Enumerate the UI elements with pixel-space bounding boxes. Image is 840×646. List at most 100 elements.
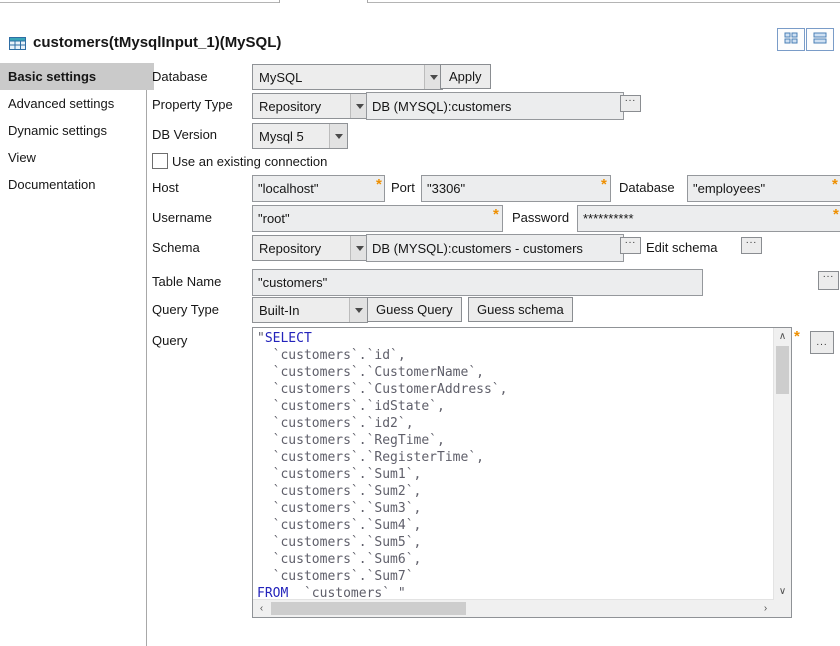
database-name-label: Database [619,180,675,195]
table-name-browse-button[interactable]: ... [818,271,839,290]
schema-mode-select[interactable]: Repository [252,235,369,261]
chevron-down-icon [349,298,367,322]
query-editor[interactable]: "SELECT `customers`.`id`, `customers`.`C… [252,327,792,618]
component-settings-panel: { "header": { "title": "customers(tMysql… [0,0,840,646]
query-line: `customers`.`Sum2`, [257,483,774,500]
query-line: `customers`.`RegTime`, [257,432,774,449]
query-line: `customers`.`id`, [257,347,774,364]
query-line: `customers`.`CustomerAddress`, [257,381,774,398]
port-field[interactable]: "3306" [421,175,611,202]
property-repository-browse-button[interactable]: ... [620,95,641,112]
query-type-label: Query Type [152,302,219,317]
query-line: `customers`.`Sum7` [257,568,774,585]
scroll-right-icon[interactable]: › [757,600,774,617]
schema-label: Schema [152,240,200,255]
required-marker: * [794,328,800,345]
sidebar-item-dynamic-settings[interactable]: Dynamic settings [0,117,154,144]
username-field[interactable]: "root" [252,205,503,232]
database-name-value: "employees" [693,181,765,196]
host-label: Host [152,180,179,195]
table-name-value: "customers" [258,275,327,290]
required-marker: * [376,176,382,193]
query-label: Query [152,333,187,348]
scrollbar-corner [774,600,791,617]
database-name-field[interactable]: "employees" [687,175,840,202]
table-name-field[interactable]: "customers" [252,269,703,296]
database-select[interactable]: MySQL [252,64,443,90]
horizontal-layout-icon [813,32,827,47]
db-version-select-value: Mysql 5 [259,129,304,144]
database-select-value: MySQL [259,70,302,85]
required-marker: * [601,176,607,193]
horizontal-scroll-thumb[interactable] [271,602,466,615]
chevron-down-icon [329,124,347,148]
query-line: `customers`.`Sum3`, [257,500,774,517]
horizontal-layout-button[interactable] [806,28,834,51]
query-line: `customers`.`Sum1`, [257,466,774,483]
query-line: `customers`.`CustomerName`, [257,364,774,381]
top-tab-divider [368,2,840,3]
grid-layout-button[interactable] [777,28,805,51]
query-line: `customers`.`RegisterTime`, [257,449,774,466]
guess-query-button[interactable]: Guess Query [367,297,462,322]
sidebar-item-label: Advanced settings [8,96,114,111]
host-field[interactable]: "localhost" [252,175,385,202]
edit-schema-button[interactable]: ... [741,237,762,254]
query-line: FROM `customers` " [257,585,774,600]
db-version-select[interactable]: Mysql 5 [252,123,348,149]
port-label: Port [391,180,415,195]
property-type-select-value: Repository [259,99,321,114]
query-line: `customers`.`id2`, [257,415,774,432]
db-version-label: DB Version [152,127,217,142]
query-type-select[interactable]: Built-In [252,297,368,323]
password-label: Password [512,210,569,225]
sidebar-item-advanced-settings[interactable]: Advanced settings [0,90,154,117]
schema-repository-browse-button[interactable]: ... [620,237,641,254]
property-repository-value: DB (MYSQL):customers [372,99,511,114]
sidebar-item-label: Dynamic settings [8,123,107,138]
query-type-select-value: Built-In [259,303,299,318]
query-editor-content[interactable]: "SELECT `customers`.`id`, `customers`.`C… [253,328,774,600]
property-type-select[interactable]: Repository [252,93,369,119]
apply-button[interactable]: Apply [440,64,491,89]
top-tab-edge [367,0,368,3]
port-value: "3306" [427,181,465,196]
query-line: `customers`.`Sum4`, [257,517,774,534]
sidebar-item-label: Documentation [8,177,95,192]
scroll-up-icon[interactable]: ∧ [774,328,791,345]
schema-mode-value: Repository [259,241,321,256]
sidebar-item-label: View [8,150,36,165]
property-type-label: Property Type [152,97,233,112]
query-line: `customers`.`Sum5`, [257,534,774,551]
edit-schema-label: Edit schema [646,240,718,255]
existing-connection-label: Use an existing connection [172,154,327,169]
sidebar-item-view[interactable]: View [0,144,154,171]
required-marker: * [832,176,838,193]
scroll-down-icon[interactable]: ∨ [774,583,791,600]
query-line: `customers`.`idState`, [257,398,774,415]
required-marker: * [833,206,839,223]
username-label: Username [152,210,212,225]
schema-repository-value: DB (MYSQL):customers - customers [372,241,583,256]
guess-schema-button[interactable]: Guess schema [468,297,573,322]
query-browse-button[interactable]: ... [810,331,834,354]
sidebar-item-basic-settings[interactable]: Basic settings [0,63,154,90]
existing-connection-checkbox[interactable] [152,153,168,169]
query-horizontal-scrollbar[interactable]: ‹ › [253,599,774,617]
property-repository-field[interactable]: DB (MYSQL):customers [366,92,624,120]
grid-layout-icon [784,32,798,47]
required-marker: * [493,206,499,223]
password-field[interactable]: ********** [577,205,840,232]
component-icon [9,36,28,54]
password-value: ********** [583,211,634,226]
vertical-scroll-thumb[interactable] [776,346,789,394]
top-tab-edge [279,0,280,3]
sidebar-item-documentation[interactable]: Documentation [0,171,154,198]
query-vertical-scrollbar[interactable]: ∧ ∨ [773,328,791,600]
top-tab-divider [0,2,279,3]
table-name-label: Table Name [152,274,221,289]
schema-repository-field[interactable]: DB (MYSQL):customers - customers [366,234,624,262]
username-value: "root" [258,211,290,226]
query-line: "SELECT [257,330,774,347]
scroll-left-icon[interactable]: ‹ [253,600,270,617]
